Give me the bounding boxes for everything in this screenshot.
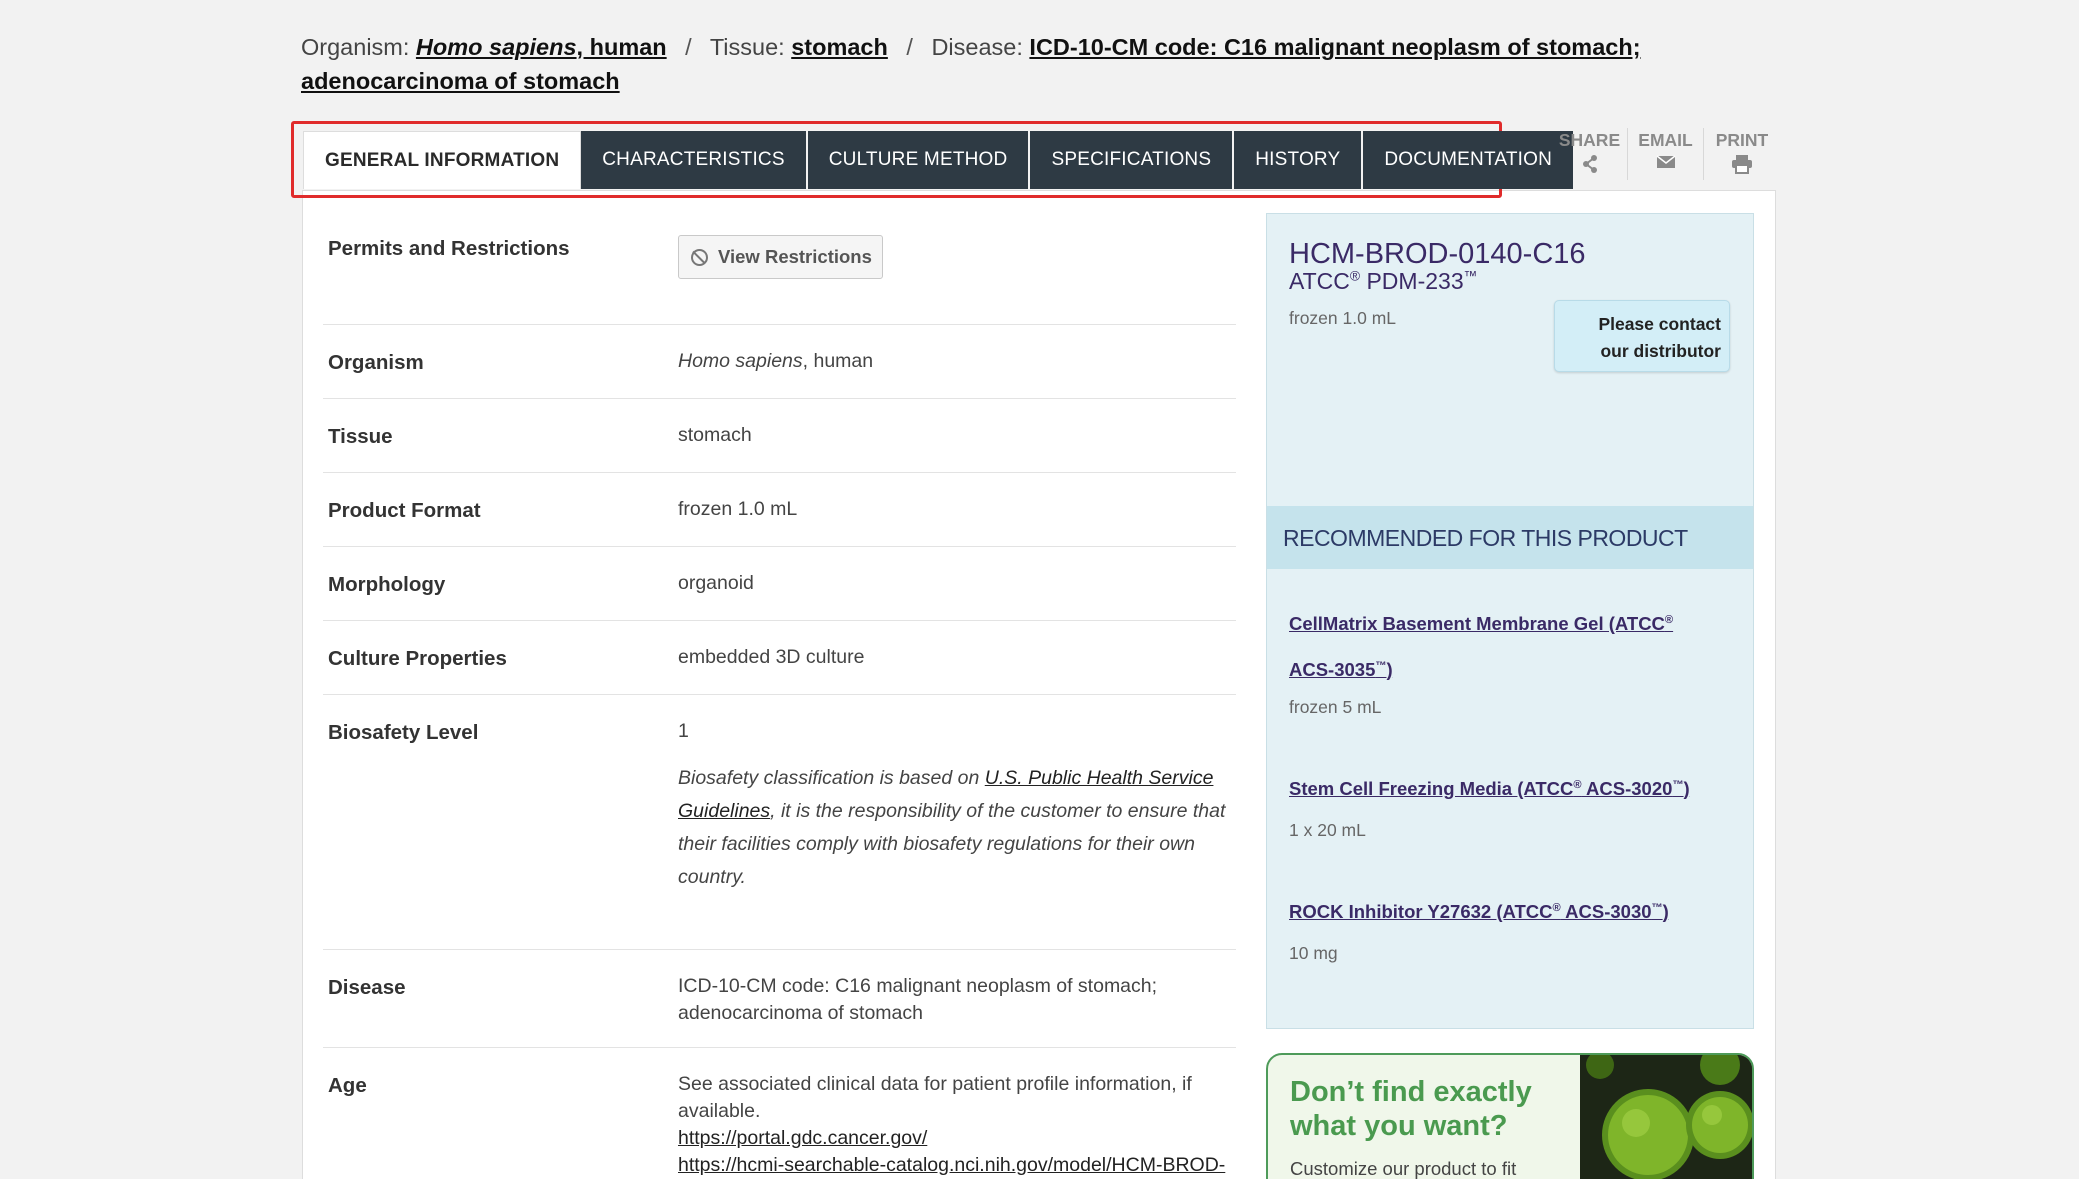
morphology-row: Morphology organoid	[323, 547, 1236, 621]
breadcrumb: Organism: Homo sapiens, human / Tissue: …	[301, 30, 1801, 98]
biosafety-label: Biosafety Level	[328, 721, 479, 744]
tab-characteristics[interactable]: CHARACTERISTICS	[581, 131, 808, 189]
organism-row: Organism Homo sapiens, human	[323, 325, 1236, 399]
tissue-row: Tissue stomach	[323, 399, 1236, 473]
tab-documentation[interactable]: DOCUMENTATION	[1363, 131, 1575, 189]
recommended-product-link[interactable]: Stem Cell Freezing Media (ATCC® ACS-3020…	[1289, 764, 1690, 810]
breadcrumb-tissue-label: Tissue:	[709, 34, 785, 60]
recommended-product-size: 10 mg	[1289, 943, 1338, 963]
tab-general-information[interactable]: GENERAL INFORMATION	[303, 131, 582, 189]
product-format-row: Product Format frozen 1.0 mL	[323, 473, 1236, 547]
age-value: See associated clinical data for patient…	[678, 1073, 1226, 1176]
recommended-product-size: 1 x 20 mL	[1289, 820, 1366, 840]
permits-row: Permits and Restrictions View Restrictio…	[323, 191, 1236, 325]
tab-specifications[interactable]: SPECIFICATIONS	[1030, 131, 1235, 189]
tissue-value: stomach	[678, 424, 752, 446]
contact-distributor-button[interactable]: Please contact our distributor	[1554, 300, 1730, 372]
biosafety-note: Biosafety classification is based on U.S…	[678, 767, 1226, 888]
cells-image	[1580, 1055, 1752, 1179]
disease-value: ICD-10-CM code: C16 malignant neoplasm o…	[678, 975, 1158, 1024]
breadcrumb-disease-label: Disease:	[931, 34, 1023, 60]
ban-icon	[691, 248, 708, 266]
product-format: frozen 1.0 mL	[1289, 308, 1396, 328]
breadcrumb-separator: /	[906, 34, 913, 60]
product-id: HCM-BROD-0140-C16	[1289, 238, 1586, 270]
morphology-label: Morphology	[328, 573, 446, 596]
page-tools: SHARE EMAIL PRINT	[1552, 128, 1780, 180]
culture-properties-value: embedded 3D culture	[678, 646, 865, 668]
organism-label: Organism	[328, 351, 424, 374]
age-row: Age See associated clinical data for pat…	[323, 1048, 1236, 1179]
envelope-icon	[1628, 154, 1703, 178]
culture-properties-row: Culture Properties embedded 3D culture	[323, 621, 1236, 695]
breadcrumb-tissue-link[interactable]: stomach	[791, 34, 888, 60]
culture-properties-label: Culture Properties	[328, 647, 507, 670]
morphology-value: organoid	[678, 572, 754, 594]
view-restrictions-button[interactable]: View Restrictions	[678, 235, 883, 279]
tab-bar: GENERAL INFORMATION CHARACTERISTICS CULT…	[303, 131, 1575, 189]
biosafety-row: Biosafety Level 1 Biosafety classificati…	[323, 695, 1236, 950]
recommended-product-link[interactable]: ROCK Inhibitor Y27632 (ATCC® ACS-3030™)	[1289, 887, 1669, 933]
tab-history[interactable]: HISTORY	[1234, 131, 1364, 189]
share-button[interactable]: SHARE	[1552, 128, 1628, 180]
customize-promo[interactable]: Don’t find exactly what you want? Custom…	[1266, 1053, 1754, 1179]
promo-text: Customize our product to fit	[1290, 1158, 1517, 1179]
gdc-portal-link[interactable]: https://portal.gdc.cancer.gov/	[678, 1127, 927, 1149]
product-format-label: Product Format	[328, 499, 481, 522]
product-summary-box: HCM-BROD-0140-C16 ATCC® PDM-233™ frozen …	[1266, 213, 1754, 1029]
recommended-product-link[interactable]: CellMatrix Basement Membrane Gel (ATCC® A…	[1289, 599, 1729, 691]
permits-label: Permits and Restrictions	[328, 237, 570, 260]
disease-label: Disease	[328, 976, 406, 999]
recommended-heading: RECOMMENDED FOR THIS PRODUCT	[1267, 506, 1753, 569]
breadcrumb-separator: /	[685, 34, 692, 60]
printer-icon	[1704, 154, 1780, 178]
age-label: Age	[328, 1074, 367, 1097]
tab-culture-method[interactable]: CULTURE METHOD	[807, 131, 1031, 189]
breadcrumb-organism-link[interactable]: Homo sapiens, human	[416, 34, 667, 60]
product-format-value: frozen 1.0 mL	[678, 498, 798, 520]
share-icon	[1552, 154, 1627, 178]
email-button[interactable]: EMAIL	[1628, 128, 1704, 180]
tissue-label: Tissue	[328, 425, 393, 448]
print-button[interactable]: PRINT	[1704, 128, 1780, 180]
tabs-highlight: GENERAL INFORMATION CHARACTERISTICS CULT…	[291, 121, 1575, 198]
hcmi-catalog-link[interactable]: https://hcmi-searchable-catalog.nci.nih.…	[678, 1154, 1225, 1176]
promo-title: Don’t find exactly what you want?	[1290, 1076, 1532, 1142]
organism-value: Homo sapiens, human	[678, 350, 874, 372]
recommended-product-size: frozen 5 mL	[1289, 697, 1382, 717]
breadcrumb-organism-label: Organism:	[301, 34, 410, 60]
atcc-number: ATCC® PDM-233™	[1289, 268, 1478, 294]
biosafety-value: 1	[678, 720, 689, 742]
disease-row: Disease ICD-10-CM code: C16 malignant ne…	[323, 950, 1236, 1048]
